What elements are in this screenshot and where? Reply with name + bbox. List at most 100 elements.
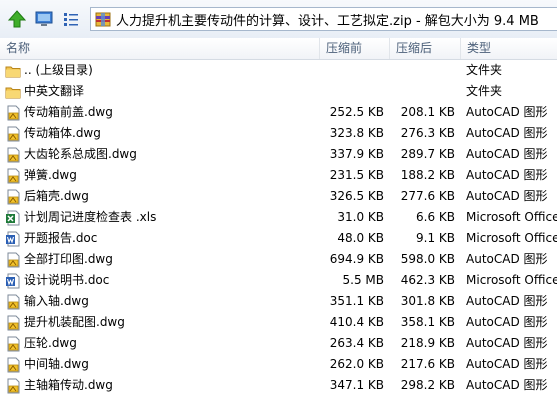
file-type: AutoCAD 图形 — [466, 252, 548, 266]
desktop-view-button[interactable] — [31, 6, 57, 32]
file-name: .. (上级目录) — [24, 63, 93, 77]
dwg-file-icon — [5, 357, 21, 373]
file-name-cell: 提升机装配图.dwg — [0, 312, 320, 333]
file-name: 传动箱体.dwg — [24, 126, 101, 140]
header-compressed[interactable]: 压缩后 — [390, 38, 461, 59]
dwg-file-icon — [5, 126, 21, 142]
file-name: 主轴箱传动.dwg — [24, 378, 113, 392]
folder-icon — [5, 84, 21, 100]
file-type: Microsoft Office — [466, 273, 557, 287]
monitor-icon — [35, 11, 53, 26]
file-row[interactable]: 中英文翻译 文件夹 — [0, 81, 557, 102]
file-size: 410.4 KB — [329, 315, 384, 329]
file-name-cell: 主轴箱传动.dwg — [0, 375, 320, 396]
file-name-cell: 后箱壳.dwg — [0, 186, 320, 207]
toolbar: 人力提升机主要传动件的计算、设计、工艺拟定.zip - 解包大小为 9.4 MB — [0, 0, 557, 39]
zip-archive-icon — [95, 12, 111, 27]
file-name-cell: .. (上级目录) — [0, 60, 320, 81]
file-row[interactable]: 设计说明书.doc 5.5 MB 462.3 KB Microsoft Office — [0, 270, 557, 291]
file-size: 48.0 KB — [337, 231, 384, 245]
file-compressed-size: 358.1 KB — [400, 315, 455, 329]
file-row[interactable]: .. (上级目录) 文件夹 — [0, 60, 557, 81]
dwg-file-icon — [5, 168, 21, 184]
file-name: 大齿轮系总成图.dwg — [24, 147, 137, 161]
dwg-file-icon — [5, 189, 21, 205]
file-name: 提升机装配图.dwg — [24, 315, 125, 329]
file-size: 694.9 KB — [329, 252, 384, 266]
file-type: AutoCAD 图形 — [466, 168, 548, 182]
header-name[interactable]: 名称 — [0, 38, 320, 59]
file-name-cell: 弹簧.dwg — [0, 165, 320, 186]
file-row[interactable]: 大齿轮系总成图.dwg 337.9 KB 289.7 KB AutoCAD 图形 — [0, 144, 557, 165]
file-name: 计划周记进度检查表 .xls — [24, 210, 157, 224]
file-name-cell: 大齿轮系总成图.dwg — [0, 144, 320, 165]
file-name-cell: 设计说明书.doc — [0, 270, 320, 291]
file-row[interactable]: 提升机装配图.dwg 410.4 KB 358.1 KB AutoCAD 图形 — [0, 312, 557, 333]
file-name-cell: 输入轴.dwg — [0, 291, 320, 312]
folder-up-icon — [5, 63, 21, 79]
file-name-cell: 中间轴.dwg — [0, 354, 320, 375]
file-type: AutoCAD 图形 — [466, 336, 548, 350]
file-type: Microsoft Office — [466, 210, 557, 224]
column-header: 名称 压缩前 压缩后 类型 — [0, 38, 557, 60]
file-row[interactable]: 传动箱前盖.dwg 252.5 KB 208.1 KB AutoCAD 图形 — [0, 102, 557, 123]
file-size: 323.8 KB — [329, 126, 384, 140]
file-compressed-size: 208.1 KB — [400, 105, 455, 119]
file-type: 文件夹 — [466, 84, 503, 98]
file-type: AutoCAD 图形 — [466, 105, 548, 119]
file-name: 输入轴.dwg — [24, 294, 89, 308]
file-row[interactable]: 压轮.dwg 263.4 KB 218.9 KB AutoCAD 图形 — [0, 333, 557, 354]
file-type: Microsoft Office — [466, 231, 557, 245]
file-row[interactable]: 弹簧.dwg 231.5 KB 188.2 KB AutoCAD 图形 — [0, 165, 557, 186]
up-arrow-icon — [7, 10, 27, 28]
file-row[interactable]: 开题报告.doc 48.0 KB 9.1 KB Microsoft Office — [0, 228, 557, 249]
file-name: 开题报告.doc — [24, 231, 98, 245]
header-type[interactable]: 类型 — [461, 38, 557, 59]
file-name: 压轮.dwg — [24, 336, 77, 350]
dwg-file-icon — [5, 147, 21, 163]
file-compressed-size: 462.3 KB — [400, 273, 455, 287]
file-name-cell: 开题报告.doc — [0, 228, 320, 249]
file-size: 252.5 KB — [329, 105, 384, 119]
dwg-file-icon — [5, 105, 21, 121]
file-row[interactable]: 主轴箱传动.dwg 347.1 KB 298.2 KB AutoCAD 图形 — [0, 375, 557, 396]
header-size[interactable]: 压缩前 — [320, 38, 390, 59]
file-row[interactable]: 计划周记进度检查表 .xls 31.0 KB 6.6 KB Microsoft Off… — [0, 207, 557, 228]
file-size: 231.5 KB — [329, 168, 384, 182]
address-bar[interactable]: 人力提升机主要传动件的计算、设计、工艺拟定.zip - 解包大小为 9.4 MB — [90, 7, 557, 31]
file-compressed-size: 217.6 KB — [400, 357, 455, 371]
file-compressed-size: 9.1 KB — [416, 231, 455, 245]
file-row[interactable]: 后箱壳.dwg 326.5 KB 277.6 KB AutoCAD 图形 — [0, 186, 557, 207]
file-compressed-size — [390, 60, 461, 81]
file-row[interactable]: 全部打印图.dwg 694.9 KB 598.0 KB AutoCAD 图形 — [0, 249, 557, 270]
file-compressed-size — [390, 81, 461, 102]
file-row[interactable]: 传动箱体.dwg 323.8 KB 276.3 KB AutoCAD 图形 — [0, 123, 557, 144]
file-name-cell: 压轮.dwg — [0, 333, 320, 354]
file-row[interactable]: 中间轴.dwg 262.0 KB 217.6 KB AutoCAD 图形 — [0, 354, 557, 375]
file-type: 文件夹 — [466, 63, 503, 77]
file-compressed-size: 289.7 KB — [400, 147, 455, 161]
file-size: 263.4 KB — [329, 336, 384, 350]
xls-file-icon — [5, 210, 21, 226]
file-size: 337.9 KB — [329, 147, 384, 161]
file-name-cell: 全部打印图.dwg — [0, 249, 320, 270]
file-size: 262.0 KB — [329, 357, 384, 371]
file-list: .. (上级目录) 文件夹 中英文翻译 文件夹 传动箱前盖.dwg 252.5 KB 208… — [0, 60, 557, 396]
file-size — [320, 81, 390, 102]
file-compressed-size: 298.2 KB — [400, 378, 455, 392]
file-name: 传动箱前盖.dwg — [24, 105, 113, 119]
list-view-icon — [64, 13, 78, 26]
file-type: AutoCAD 图形 — [466, 189, 548, 203]
file-row[interactable]: 输入轴.dwg 351.1 KB 301.8 KB AutoCAD 图形 — [0, 291, 557, 312]
archive-path-text: 人力提升机主要传动件的计算、设计、工艺拟定.zip - 解包大小为 9.4 MB — [116, 13, 539, 29]
file-type: AutoCAD 图形 — [466, 378, 548, 392]
file-size: 347.1 KB — [329, 378, 384, 392]
up-folder-button[interactable] — [4, 6, 30, 32]
details-view-button[interactable] — [58, 6, 84, 32]
doc-file-icon — [5, 231, 21, 247]
file-type: AutoCAD 图形 — [466, 357, 548, 371]
file-type: AutoCAD 图形 — [466, 126, 548, 140]
file-size: 5.5 MB — [342, 273, 384, 287]
dwg-file-icon — [5, 294, 21, 310]
file-name-cell: 计划周记进度检查表 .xls — [0, 207, 320, 228]
